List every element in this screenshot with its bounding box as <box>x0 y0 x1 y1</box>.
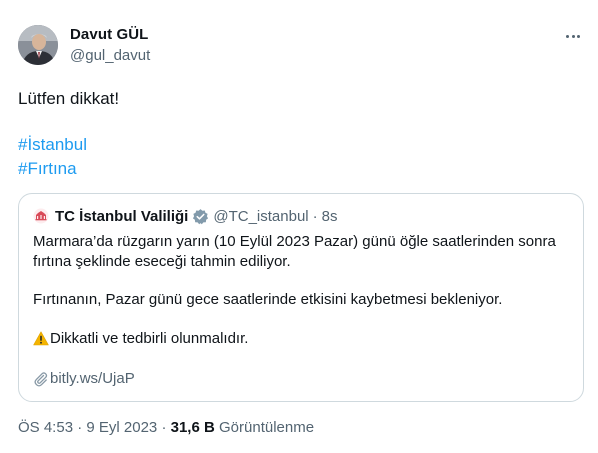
author-avatar[interactable] <box>18 25 58 65</box>
tweet-meta: ÖS 4:53 · 9 Eyl 2023 · 31,6 B Görüntülen… <box>18 419 314 436</box>
tweet: Davut GÜL @gul_davut Lütfen dikkat! #İst… <box>0 0 598 453</box>
link-text[interactable]: bitly.ws/UjaP <box>50 370 135 387</box>
tweet-text: Lütfen dikkat! <box>18 89 120 108</box>
more-options-icon[interactable] <box>562 26 584 46</box>
quoted-text-line: Marmara’da rüzgarın yarın (10 Eylül 2023… <box>33 233 556 250</box>
separator-dot: · <box>161 419 167 436</box>
view-count: 31,6 B <box>170 419 215 436</box>
verified-badge-icon <box>193 208 209 224</box>
quoted-warning-line: Dikkatli ve tedbirli olunmalıdır. <box>33 330 248 347</box>
warning-icon <box>33 331 49 346</box>
quoted-text-line: fırtına şeklinde eseceği tahmin ediliyor… <box>33 253 291 270</box>
quoted-tweet-header: TC İstanbul Valiliği @TC_istanbul · 8s <box>33 207 337 225</box>
warning-text: Dikkatli ve tedbirli olunmalıdır. <box>50 330 249 347</box>
hashtag-link[interactable]: #Fırtına <box>18 159 77 179</box>
separator-dot: · <box>312 207 318 225</box>
view-count-label: Görüntülenme <box>219 419 315 436</box>
paperclip-icon <box>34 371 48 387</box>
author-name[interactable]: Davut GÜL <box>70 26 148 43</box>
quoted-author-handle[interactable]: @TC_istanbul <box>213 208 308 225</box>
separator-dot: · <box>77 419 83 436</box>
quoted-tweet[interactable]: TC İstanbul Valiliği @TC_istanbul · 8s M… <box>18 193 584 402</box>
quoted-author-name[interactable]: TC İstanbul Valiliği <box>55 208 188 225</box>
quoted-link[interactable]: bitly.ws/UjaP <box>33 370 135 387</box>
tweet-date[interactable]: 9 Eyl 2023 <box>86 419 157 436</box>
tweet-time[interactable]: ÖS 4:53 <box>18 419 73 436</box>
valilik-logo-icon <box>33 208 49 224</box>
author-handle[interactable]: @gul_davut <box>70 47 150 64</box>
profile-photo-icon <box>18 25 58 65</box>
quoted-text-line: Fırtınanın, Pazar günü gece saatlerinde … <box>33 291 503 308</box>
quoted-timestamp[interactable]: 8s <box>322 208 338 225</box>
hashtag-link[interactable]: #İstanbul <box>18 135 87 155</box>
